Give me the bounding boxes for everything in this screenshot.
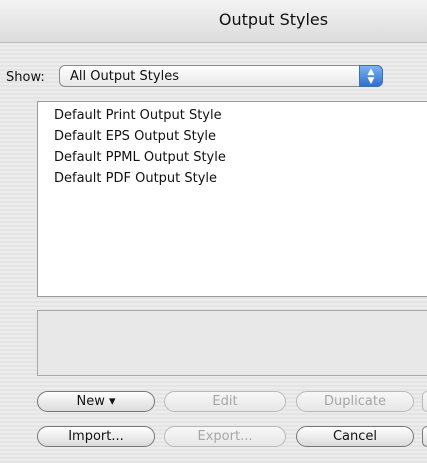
show-label: Show: (6, 70, 45, 85)
new-button-label: New (76, 394, 105, 409)
duplicate-button[interactable]: Duplicate (296, 391, 414, 412)
clipped-button[interactable] (422, 391, 427, 412)
style-description-box (37, 310, 427, 376)
list-item[interactable]: Default PDF Output Style (54, 171, 217, 186)
clipped-button[interactable] (422, 426, 427, 447)
title-bar: Output Styles (0, 0, 427, 43)
cancel-button[interactable]: Cancel (296, 426, 414, 447)
up-down-arrows-icon: ▲ ▼ (359, 65, 383, 87)
edit-button[interactable]: Edit (164, 391, 286, 412)
dropdown-triangle-icon: ▾ (108, 394, 116, 409)
show-popup-menu[interactable]: All Output Styles ▲ ▼ (59, 65, 383, 87)
show-popup-value: All Output Styles (70, 69, 179, 84)
new-button[interactable]: New ▾ (37, 391, 155, 412)
export-button[interactable]: Export... (164, 426, 286, 447)
output-styles-list[interactable]: Default Print Output Style Default EPS O… (37, 101, 427, 297)
list-item[interactable]: Default EPS Output Style (54, 129, 216, 144)
window-title: Output Styles (218, 10, 329, 29)
import-button[interactable]: Import... (37, 426, 155, 447)
list-item[interactable]: Default Print Output Style (54, 108, 222, 123)
list-item[interactable]: Default PPML Output Style (54, 150, 226, 165)
